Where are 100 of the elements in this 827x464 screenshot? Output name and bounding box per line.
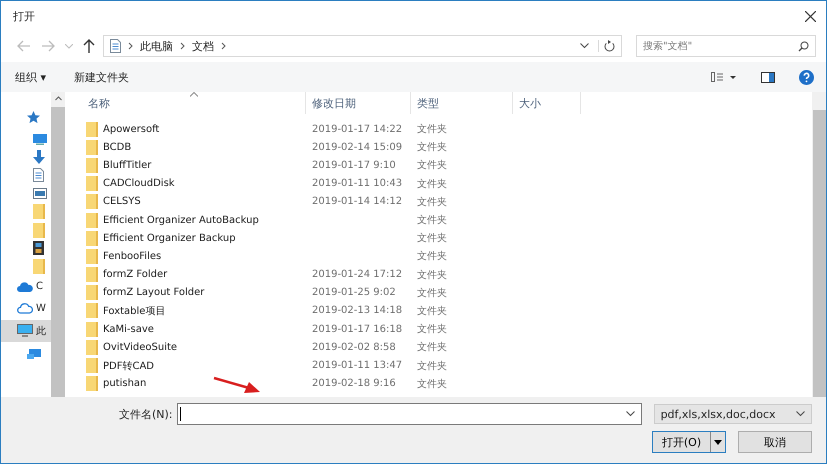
film-icon — [33, 241, 44, 256]
file-name[interactable]: BluffTitler — [103, 160, 152, 171]
sidebar-item[interactable]: C — [1, 276, 51, 298]
document-icon — [110, 39, 121, 53]
chevron-down-icon[interactable] — [580, 43, 589, 49]
file-type: 文件夹 — [417, 122, 447, 136]
file-name[interactable]: CADCloudDisk — [103, 178, 175, 190]
scrollbar[interactable] — [812, 92, 826, 397]
scroll-up-icon[interactable] — [54, 96, 62, 101]
file-name[interactable]: BCDB — [103, 142, 132, 153]
cloud-icon — [17, 303, 33, 314]
folder-icon — [86, 340, 98, 355]
file-type: 文件夹 — [417, 378, 447, 391]
filename-label: 文件名(N): — [119, 406, 173, 422]
breadcrumb-item[interactable]: 文档 — [192, 38, 214, 54]
cloud-icon — [17, 282, 33, 292]
sidebar-label: 此 — [36, 324, 46, 338]
file-name[interactable]: formZ Folder — [103, 269, 168, 280]
file-type: 文件夹 — [417, 250, 447, 264]
modified-date: 2019-01-17 14:22 — [312, 124, 402, 135]
modified-date: 2019-01-14 14:12 — [312, 196, 402, 208]
cancel-button[interactable]: 取消 — [738, 431, 812, 453]
folder-icon — [33, 258, 45, 274]
file-type: 文件夹 — [417, 340, 447, 354]
folder-icon — [33, 204, 45, 220]
file-name[interactable]: Efficient Organizer Backup — [103, 232, 236, 244]
modified-date: 2019-01-25 9:02 — [312, 287, 396, 298]
breadcrumb-chevron-icon — [180, 42, 185, 50]
download-arrow-icon — [33, 150, 45, 164]
image-icon — [33, 188, 47, 200]
file-type: 文件夹 — [417, 286, 447, 300]
column-header[interactable]: 大小 — [513, 92, 581, 114]
column-header[interactable]: 修改日期 — [306, 92, 411, 114]
folder-icon — [86, 194, 98, 210]
modified-date: 2019-01-11 10:43 — [312, 178, 402, 190]
new-folder-button[interactable]: 新建文件夹 — [70, 68, 134, 86]
help-icon[interactable] — [799, 70, 814, 84]
file-name[interactable]: Efficient Organizer AutoBackup — [103, 214, 259, 226]
folder-icon — [86, 358, 98, 374]
network-icon — [27, 346, 43, 359]
chevron-down-icon — [796, 411, 805, 417]
folder-icon — [33, 222, 45, 238]
preview-pane-icon[interactable] — [761, 72, 775, 82]
modified-date: 2019-02-13 14:18 — [312, 305, 402, 316]
chevron-down-icon — [626, 411, 635, 417]
sidebar-label: C — [36, 281, 43, 292]
file-name[interactable]: Foxtable项目 — [103, 304, 166, 318]
sidebar-item[interactable]: 此 — [1, 320, 51, 342]
file-name[interactable]: CELSYS — [103, 196, 141, 208]
refresh-icon[interactable] — [598, 40, 615, 52]
column-header[interactable]: 类型 — [411, 92, 513, 114]
up-arrow-icon[interactable] — [83, 39, 95, 53]
filename-combo-box[interactable] — [176, 403, 642, 425]
file-name[interactable]: Apowersoft — [103, 124, 160, 135]
file-type: 文件夹 — [417, 232, 447, 246]
desktop-icon — [33, 134, 47, 145]
breadcrumb-item[interactable]: 此电脑 — [140, 38, 173, 54]
folder-icon — [86, 158, 98, 173]
search-icon — [798, 40, 809, 52]
folder-icon — [86, 322, 98, 337]
folder-icon — [86, 267, 98, 282]
modified-date: 2019-01-17 9:10 — [312, 160, 396, 171]
folder-icon — [86, 248, 98, 264]
file-name[interactable]: formZ Layout Folder — [103, 287, 204, 298]
close-icon[interactable] — [805, 11, 816, 22]
organize-menu-button[interactable]: 组织 ▾ — [11, 68, 50, 86]
breadcrumb-chevron-icon — [128, 42, 133, 50]
pointer-arrow — [213, 376, 261, 394]
folder-icon — [86, 140, 98, 155]
modified-date: 2019-02-18 9:16 — [312, 378, 396, 390]
file-type: 文件夹 — [417, 268, 447, 282]
star-icon — [27, 110, 40, 124]
view-options-icon[interactable] — [711, 72, 737, 82]
sidebar-item[interactable]: W — [1, 298, 51, 320]
folder-icon — [86, 212, 98, 228]
folder-icon — [86, 230, 98, 246]
folder-icon — [86, 303, 98, 318]
file-name[interactable]: KaMi-save — [103, 324, 154, 335]
computer-icon — [17, 324, 33, 337]
address-bar[interactable]: 此电脑 文档 — [103, 35, 622, 57]
file-name[interactable]: PDF转CAD — [103, 358, 154, 373]
folder-icon — [86, 285, 98, 300]
breadcrumb-chevron-icon — [221, 42, 226, 50]
folder-icon — [86, 376, 98, 392]
file-name[interactable]: OvitVideoSuite — [103, 342, 178, 353]
file-type: 文件夹 — [417, 158, 447, 172]
modified-date: 2019-02-02 8:58 — [312, 342, 396, 353]
file-type-dropdown[interactable]: pdf,xls,xlsx,doc,docx — [654, 404, 812, 424]
modified-date: 2019-02-14 15:09 — [312, 142, 402, 153]
modified-date: 2019-01-11 13:47 — [312, 360, 402, 372]
file-name[interactable]: FenbooFiles — [103, 250, 162, 262]
scrollbar[interactable] — [51, 92, 65, 397]
sidebar-label: W — [36, 303, 46, 314]
file-type: 文件夹 — [417, 196, 447, 209]
file-type: 文件夹 — [417, 178, 447, 191]
file-name[interactable]: putishan — [103, 378, 146, 390]
document-icon — [33, 168, 44, 182]
sort-caret-icon — [190, 92, 198, 97]
window-title: 打开 — [13, 9, 35, 24]
column-header[interactable]: 名称 — [82, 92, 306, 114]
